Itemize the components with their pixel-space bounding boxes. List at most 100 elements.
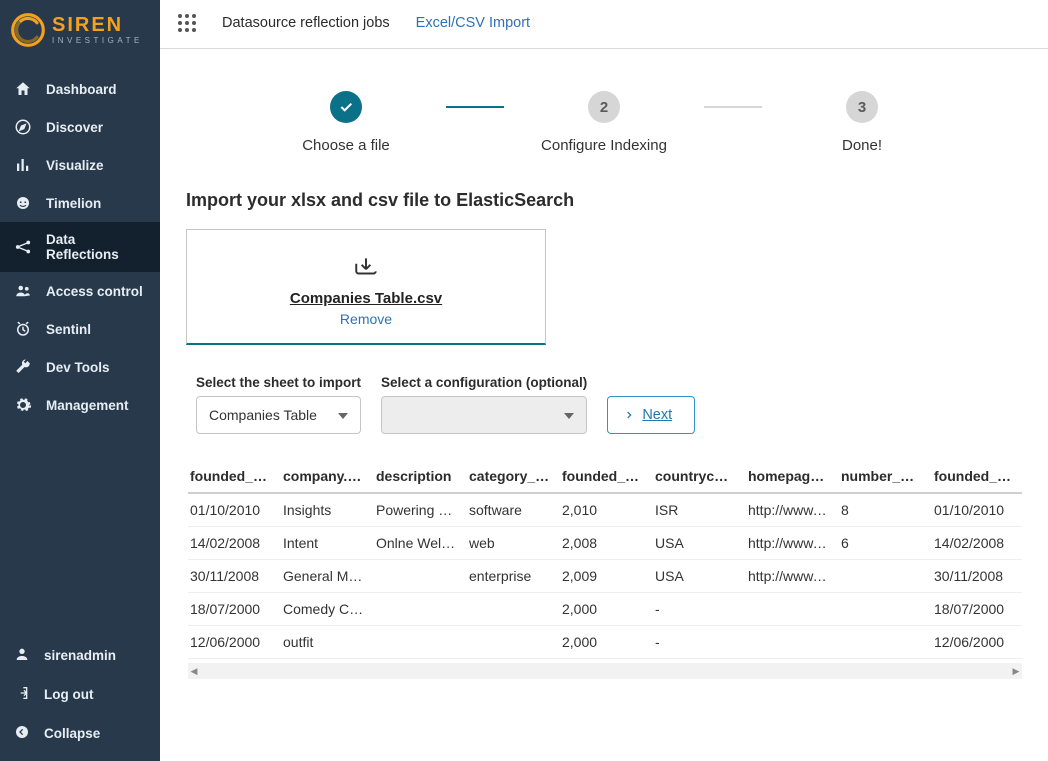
table-cell: 8 [839, 493, 932, 527]
sidebar-item-label: Dashboard [46, 82, 117, 97]
sidebar-item-label: Data Reflections [46, 232, 146, 262]
sidebar-item-access-control[interactable]: Access control [0, 272, 160, 310]
page-title: Import your xlsx and csv file to Elastic… [186, 190, 1022, 211]
logout-icon [14, 685, 30, 704]
table-row: 01/10/2010InsightsPowering L…software2,0… [188, 493, 1022, 527]
table-cell: Onlne Well… [374, 527, 467, 560]
scroll-right-icon[interactable]: ▶ [1012, 665, 1020, 677]
sidebar-item-label: Access control [46, 284, 143, 299]
table-cell [839, 626, 932, 659]
siren-logo-icon [10, 12, 46, 48]
table-cell: Powering L… [374, 493, 467, 527]
gear-icon [14, 396, 32, 414]
brand-name: SIREN [52, 15, 143, 35]
table-cell [467, 593, 560, 626]
sidebar-item-visualize[interactable]: Visualize [0, 146, 160, 184]
table-cell: 18/07/2000 [932, 593, 1022, 626]
preview-table-wrap: founded_datecompany.na…descriptioncatego… [186, 460, 1022, 679]
sheet-select[interactable]: Companies Table [196, 396, 361, 434]
stepper: Choose a file 2 Configure Indexing 3 Don… [246, 91, 962, 154]
table-cell [839, 560, 932, 593]
table-cell: USA [653, 560, 746, 593]
table-cell: 6 [839, 527, 932, 560]
table-cell [839, 593, 932, 626]
sidebar: SIREN INVESTIGATE Dashboard Discover Vis… [0, 0, 160, 761]
table-cell: Insights [281, 493, 374, 527]
sidebar-item-label: Dev Tools [46, 360, 110, 375]
preview-table: founded_datecompany.na…descriptioncatego… [188, 460, 1022, 659]
table-column-header: category_code [467, 460, 560, 493]
tab-excel-csv-import[interactable]: Excel/CSV Import [416, 15, 530, 31]
table-cell: 2,010 [560, 493, 653, 527]
table-row: 12/06/2000outfit2,000-12/06/2000 [188, 626, 1022, 659]
table-cell: software [467, 493, 560, 527]
table-cell: - [653, 593, 746, 626]
sheet-select-value: Companies Table [209, 407, 317, 423]
table-column-header: homepage_url [746, 460, 839, 493]
wrench-icon [14, 358, 32, 376]
sidebar-item-management[interactable]: Management [0, 386, 160, 424]
sidebar-item-label: Timelion [46, 196, 101, 211]
table-cell: - [653, 626, 746, 659]
chevron-right-icon [624, 410, 634, 420]
sidebar-item-label: Management [46, 398, 129, 413]
config-select[interactable] [381, 396, 587, 434]
stepper-connector-1 [446, 106, 504, 108]
table-cell: 18/07/2000 [188, 593, 281, 626]
next-button[interactable]: Next [607, 396, 695, 434]
sidebar-item-label: Sentinl [46, 322, 91, 337]
table-cell [374, 560, 467, 593]
table-cell: 01/10/2010 [188, 493, 281, 527]
brand-logo[interactable]: SIREN INVESTIGATE [0, 0, 160, 56]
table-cell [374, 626, 467, 659]
step-circle-1 [330, 91, 362, 123]
content: Choose a file 2 Configure Indexing 3 Don… [160, 49, 1048, 761]
table-cell: 30/11/2008 [932, 560, 1022, 593]
table-cell: Intent [281, 527, 374, 560]
sidebar-collapse[interactable]: Collapse [0, 714, 160, 753]
table-column-header: description [374, 460, 467, 493]
table-cell: outfit [281, 626, 374, 659]
sidebar-item-dashboard[interactable]: Dashboard [0, 70, 160, 108]
sidebar-logout[interactable]: Log out [0, 675, 160, 714]
sheet-select-label: Select the sheet to import [196, 375, 361, 390]
sidebar-user[interactable]: sirenadmin [0, 636, 160, 675]
sidebar-item-sentinl[interactable]: Sentinl [0, 310, 160, 348]
table-cell: 12/06/2000 [932, 626, 1022, 659]
timelion-icon [14, 194, 32, 212]
table-cell: 2,008 [560, 527, 653, 560]
tab-datasource-reflection-jobs[interactable]: Datasource reflection jobs [222, 15, 390, 31]
table-cell: http://www.… [746, 560, 839, 593]
scroll-left-icon[interactable]: ◀ [190, 665, 198, 677]
file-dropzone[interactable]: Companies Table.csv Remove [186, 229, 546, 345]
table-cell [374, 593, 467, 626]
table-cell: Comedy Ce… [281, 593, 374, 626]
main-area: Datasource reflection jobs Excel/CSV Imp… [160, 0, 1048, 761]
topbar: Datasource reflection jobs Excel/CSV Imp… [160, 0, 1048, 49]
remove-file-link[interactable]: Remove [340, 311, 392, 327]
sheet-select-group: Select the sheet to import Companies Tab… [196, 375, 361, 434]
next-button-label: Next [642, 407, 672, 423]
sidebar-item-discover[interactable]: Discover [0, 108, 160, 146]
sidebar-item-dev-tools[interactable]: Dev Tools [0, 348, 160, 386]
table-cell: General Mo… [281, 560, 374, 593]
table-cell: 01/10/2010 [932, 493, 1022, 527]
config-select-label: Select a configuration (optional) [381, 375, 587, 390]
alarm-icon [14, 320, 32, 338]
sidebar-item-timelion[interactable]: Timelion [0, 184, 160, 222]
sidebar-item-data-reflections[interactable]: Data Reflections [0, 222, 160, 272]
table-column-header: countrycode [653, 460, 746, 493]
table-cell: 14/02/2008 [188, 527, 281, 560]
table-cell: 2,009 [560, 560, 653, 593]
users-icon [14, 282, 32, 300]
table-cell: 2,000 [560, 626, 653, 659]
step-label: Done! [842, 137, 882, 154]
step-circle-2: 2 [588, 91, 620, 123]
horizontal-scrollbar[interactable]: ◀ ▶ [188, 663, 1022, 679]
table-column-header: company.na… [281, 460, 374, 493]
table-header-row: founded_datecompany.na…descriptioncatego… [188, 460, 1022, 493]
table-cell: 12/06/2000 [188, 626, 281, 659]
step-configure-indexing: 2 Configure Indexing [504, 91, 704, 154]
sidebar-item-label: Log out [44, 687, 93, 702]
app-switcher-icon[interactable] [178, 14, 196, 32]
